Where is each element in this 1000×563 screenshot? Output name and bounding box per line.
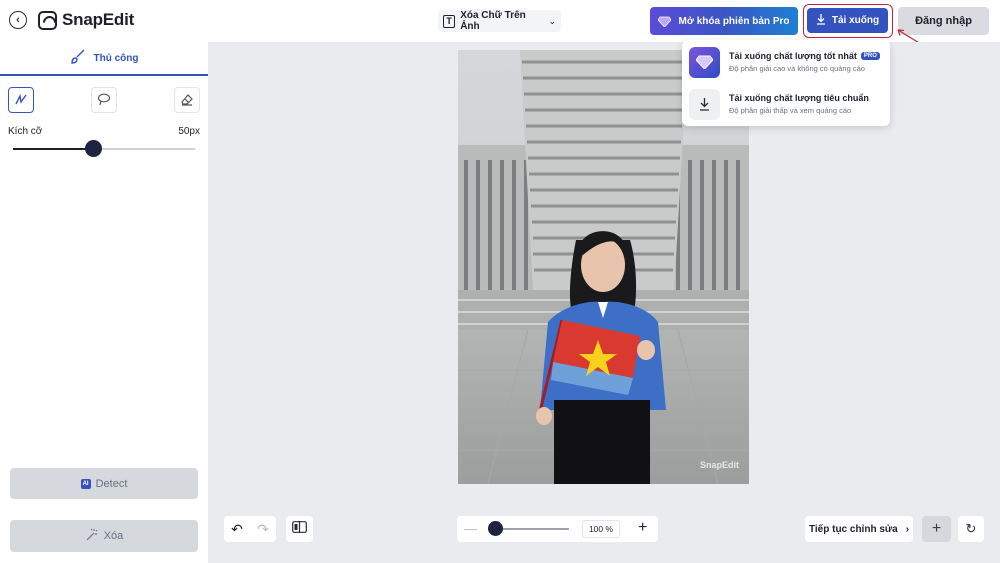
add-image-button[interactable]: + bbox=[922, 516, 951, 542]
reset-icon: ↻ bbox=[965, 521, 977, 536]
brush-size-slider-handle[interactable] bbox=[85, 140, 103, 157]
download-best-quality-option[interactable]: Tải xuống chất lượng tốt nhất PRO Độ phâ… bbox=[689, 45, 884, 79]
detect-label: Detect bbox=[95, 477, 128, 490]
brush-size-slider[interactable] bbox=[13, 140, 195, 157]
continue-editing-button[interactable]: Tiếp tục chỉnh sửa › bbox=[805, 516, 913, 542]
text-tool-icon: T bbox=[443, 14, 456, 28]
top-bar: ‹ SnapEdit T Xóa Chữ Trên Ảnh ⌄ Mở khóa … bbox=[0, 0, 1000, 42]
magic-wand-icon bbox=[85, 528, 98, 544]
download-standard-quality-text: Tải xuống chất lượng tiêu chuẩn Độ phân … bbox=[729, 93, 869, 115]
plus-icon: + bbox=[931, 520, 942, 537]
chevron-right-icon: › bbox=[905, 523, 910, 535]
brush-mode-group bbox=[0, 87, 208, 113]
tab-manual[interactable]: Thủ công bbox=[0, 42, 208, 76]
brush-mode-button[interactable] bbox=[8, 87, 34, 113]
download-best-quality-title: Tải xuống chất lượng tốt nhất PRO bbox=[729, 51, 880, 61]
unlock-pro-label: Mở khóa phiên bản Pro bbox=[678, 15, 790, 27]
lasso-icon bbox=[97, 92, 111, 109]
download-standard-quality-title: Tải xuống chất lượng tiêu chuẩn bbox=[729, 93, 869, 103]
download-menu: Tải xuống chất lượng tốt nhất PRO Độ phâ… bbox=[682, 40, 890, 126]
diamond-icon bbox=[689, 46, 720, 78]
compare-icon bbox=[292, 520, 307, 538]
app-name: SnapEdit bbox=[62, 10, 135, 29]
diamond-icon bbox=[658, 16, 672, 27]
zoom-control: — 100 % + bbox=[457, 516, 658, 542]
history-group: ↶ ↷ bbox=[224, 516, 276, 542]
snapedit-logo-icon bbox=[38, 10, 57, 30]
download-standard-quality-option[interactable]: Tải xuống chất lượng tiêu chuẩn Độ phân … bbox=[689, 87, 884, 121]
download-icon bbox=[689, 88, 720, 120]
zoom-in-icon[interactable]: + bbox=[638, 519, 647, 537]
brush-size-slider-fill bbox=[13, 148, 94, 150]
erase-label: Xóa bbox=[103, 530, 124, 542]
reset-button[interactable]: ↻ bbox=[958, 516, 984, 542]
download-label: Tải xuống bbox=[831, 15, 880, 26]
download-icon bbox=[816, 13, 826, 28]
zoom-slider[interactable] bbox=[488, 521, 569, 536]
continue-editing-label: Tiếp tục chỉnh sửa bbox=[808, 523, 898, 535]
zoom-out-icon[interactable]: — bbox=[464, 521, 477, 536]
zoom-slider-handle[interactable] bbox=[488, 521, 504, 536]
brush-icon bbox=[70, 48, 87, 69]
photo-watermark: SnapEdit bbox=[699, 460, 739, 470]
redo-icon[interactable]: ↷ bbox=[257, 521, 269, 538]
app-logo[interactable]: SnapEdit bbox=[38, 10, 134, 30]
download-best-quality-label: Tải xuống chất lượng tốt nhất bbox=[729, 51, 857, 61]
eraser-icon bbox=[180, 92, 194, 109]
undo-icon[interactable]: ↶ bbox=[231, 521, 243, 538]
unlock-pro-button[interactable]: Mở khóa phiên bản Pro bbox=[650, 7, 798, 35]
ai-badge-icon: AI bbox=[80, 478, 91, 489]
brush-stroke-icon bbox=[14, 92, 28, 109]
brush-size-label: Kích cỡ bbox=[8, 126, 43, 137]
download-highlight: Tải xuống bbox=[803, 4, 893, 38]
download-best-quality-subtitle: Độ phân giải cao và không có quảng cáo bbox=[729, 64, 865, 73]
detect-button[interactable]: AI Detect bbox=[10, 468, 198, 499]
pro-badge: PRO bbox=[860, 52, 880, 60]
download-button[interactable]: Tải xuống bbox=[807, 8, 888, 33]
download-standard-quality-subtitle: Độ phân giải thấp và xem quảng cáo bbox=[729, 106, 852, 115]
left-sidebar: Thủ công Kích cỡ 50px AI Detect Xóa bbox=[0, 42, 208, 563]
compare-button[interactable] bbox=[286, 516, 313, 542]
tool-select-label: Xóa Chữ Trên Ảnh bbox=[460, 10, 526, 32]
eraser-mode-button[interactable] bbox=[174, 87, 200, 113]
erase-button[interactable]: Xóa bbox=[10, 520, 198, 552]
tab-manual-label: Thủ công bbox=[93, 52, 139, 64]
brush-size-value: 50px bbox=[178, 126, 200, 137]
tool-select-dropdown[interactable]: T Xóa Chữ Trên Ảnh ⌄ bbox=[438, 10, 561, 32]
lasso-mode-button[interactable] bbox=[91, 87, 117, 113]
chevron-down-icon: ⌄ bbox=[548, 15, 556, 26]
download-best-quality-text: Tải xuống chất lượng tốt nhất PRO Độ phâ… bbox=[729, 51, 880, 73]
zoom-value[interactable]: 100 % bbox=[582, 520, 620, 538]
back-icon[interactable]: ‹ bbox=[9, 11, 27, 29]
